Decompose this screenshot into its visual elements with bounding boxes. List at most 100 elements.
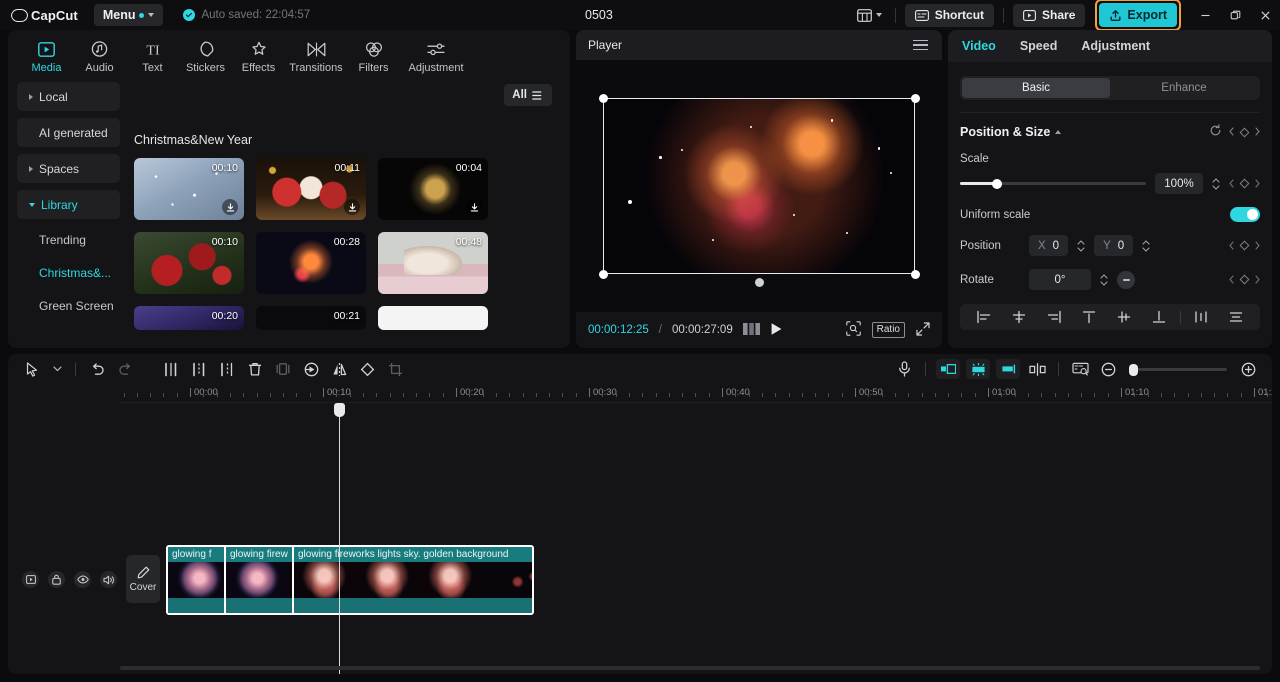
align-right-icon[interactable]	[1036, 310, 1071, 324]
cover-button[interactable]: Cover	[126, 555, 160, 603]
keyframe-icon[interactable]	[1066, 356, 1094, 382]
tab-stickers[interactable]: Stickers	[179, 34, 232, 74]
tab-adjustment[interactable]: Adjustment	[400, 34, 472, 74]
rotate-icon[interactable]	[353, 356, 381, 382]
media-thumbnail[interactable]: 00:20	[134, 306, 244, 330]
sidebar-item-trending[interactable]: Trending	[17, 226, 120, 254]
align-center-horizontal-icon[interactable]	[1001, 310, 1036, 324]
snap-center-icon[interactable]	[966, 359, 990, 379]
eye-icon[interactable]	[74, 571, 91, 588]
playhead-handle[interactable]	[334, 403, 345, 417]
delete-icon[interactable]	[241, 356, 269, 382]
snap-right-icon[interactable]	[996, 359, 1020, 379]
reset-icon[interactable]	[1209, 124, 1222, 140]
frames-icon[interactable]	[742, 322, 760, 338]
keyframe-next-icon[interactable]	[1255, 175, 1260, 193]
keyframe-add-icon[interactable]	[1239, 178, 1250, 189]
split-icon[interactable]	[185, 356, 213, 382]
tab-effects[interactable]: Effects	[232, 34, 285, 74]
menu-button[interactable]: Menu	[93, 4, 164, 26]
download-icon[interactable]	[222, 199, 238, 215]
uniform-scale-toggle[interactable]	[1230, 207, 1260, 222]
rotate-handle[interactable]	[754, 278, 764, 287]
distribute-vertical-icon[interactable]	[1219, 310, 1254, 324]
keyframe-prev-icon[interactable]	[1229, 271, 1234, 289]
resize-handle-top-right[interactable]	[910, 93, 920, 103]
select-icon[interactable]	[18, 356, 46, 382]
media-thumbnail[interactable]: 00:04	[378, 158, 488, 220]
split-right-icon[interactable]	[213, 356, 241, 382]
resize-handle-bottom-left[interactable]	[598, 269, 608, 279]
snap-left-icon[interactable]	[936, 359, 960, 379]
tab-adjustment[interactable]: Adjustment	[1081, 39, 1150, 53]
tab-filters[interactable]: Filters	[347, 34, 400, 74]
download-icon[interactable]	[344, 199, 360, 215]
share-button[interactable]: Share	[1013, 3, 1086, 27]
keyframe-next-icon[interactable]	[1255, 125, 1260, 139]
distribute-horizontal-icon[interactable]	[1184, 310, 1219, 324]
media-thumbnail[interactable]: 00:21	[256, 306, 366, 330]
tab-transitions[interactable]: Transitions	[285, 34, 347, 74]
rotate-field[interactable]: 0°	[1029, 269, 1091, 290]
maximize-button[interactable]	[1220, 0, 1250, 30]
zoom-in-icon[interactable]	[1234, 356, 1262, 382]
tab-speed[interactable]: Speed	[1020, 39, 1058, 53]
align-left-icon[interactable]	[966, 310, 1001, 324]
resize-handle-bottom-right[interactable]	[910, 269, 920, 279]
tab-media[interactable]: Media	[20, 34, 73, 74]
keyframe-next-icon[interactable]	[1255, 271, 1260, 289]
download-icon[interactable]	[466, 199, 482, 215]
position-x-field[interactable]: X 0	[1029, 235, 1069, 256]
chevron-up-icon[interactable]	[1055, 130, 1062, 134]
sidebar-item-spaces[interactable]: Spaces	[17, 154, 120, 183]
keyframe-next-icon[interactable]	[1255, 237, 1260, 255]
layout-button[interactable]	[853, 8, 886, 22]
freeze-icon[interactable]	[269, 356, 297, 382]
player-menu-icon[interactable]	[913, 39, 928, 51]
rotate-dial[interactable]	[1117, 270, 1135, 289]
timeline-clip[interactable]: glowing firew	[226, 547, 294, 613]
split-left-icon[interactable]	[157, 356, 185, 382]
microphone-icon[interactable]	[890, 356, 918, 382]
tab-audio[interactable]: Audio	[73, 34, 126, 74]
play-button[interactable]	[770, 322, 783, 339]
scale-slider[interactable]	[960, 178, 1146, 189]
video-preview[interactable]	[598, 93, 920, 287]
scale-stepper[interactable]	[1212, 177, 1220, 190]
redo-icon[interactable]	[111, 356, 139, 382]
ratio-button[interactable]: Ratio	[871, 322, 905, 338]
shortcut-button[interactable]: Shortcut	[904, 3, 995, 27]
keyframe-add-icon[interactable]	[1239, 240, 1250, 251]
media-thumbnail[interactable]: 00:11	[256, 158, 366, 220]
minimize-button[interactable]	[1190, 0, 1220, 30]
align-top-icon[interactable]	[1071, 310, 1106, 324]
undo-icon[interactable]	[83, 356, 111, 382]
timeline-ruler[interactable]: 00:00 00:10 00:20 00:30 00:40 00:50 01:00 01:10…	[8, 384, 1272, 403]
lock-icon[interactable]	[48, 571, 65, 588]
keyframe-add-icon[interactable]	[1239, 127, 1250, 137]
mirror-icon[interactable]	[325, 356, 353, 382]
select-dropdown-icon[interactable]	[46, 356, 68, 382]
zoom-out-icon[interactable]	[1094, 356, 1122, 382]
sidebar-item-library[interactable]: Library	[17, 190, 120, 219]
timeline-clip[interactable]: glowing fireworks lights sky. golden bac…	[294, 547, 532, 613]
media-thumbnail[interactable]: 00:10	[134, 158, 244, 220]
reverse-icon[interactable]	[297, 356, 325, 382]
keyframe-prev-icon[interactable]	[1229, 175, 1234, 193]
scale-value[interactable]: 100%	[1155, 173, 1203, 194]
horizontal-scrollbar[interactable]	[120, 666, 1260, 670]
filter-button[interactable]: All	[504, 84, 552, 106]
resize-handle-top-left[interactable]	[598, 93, 608, 103]
volume-icon[interactable]	[100, 571, 117, 588]
crop-icon[interactable]	[381, 356, 409, 382]
align-middle-vertical-icon[interactable]	[1107, 310, 1142, 324]
timeline-clip[interactable]: glowing f	[168, 547, 226, 613]
position-y-stepper[interactable]	[1142, 239, 1150, 252]
playhead[interactable]	[334, 403, 345, 674]
sidebar-item-local[interactable]: Local	[17, 82, 120, 111]
keyframe-add-icon[interactable]	[1239, 274, 1250, 285]
sidebar-item-green-screen[interactable]: Green Screen	[17, 292, 120, 320]
video-track-icon[interactable]	[22, 571, 39, 588]
zoom-fit-icon[interactable]	[845, 321, 861, 339]
position-y-field[interactable]: Y 0	[1094, 235, 1134, 256]
